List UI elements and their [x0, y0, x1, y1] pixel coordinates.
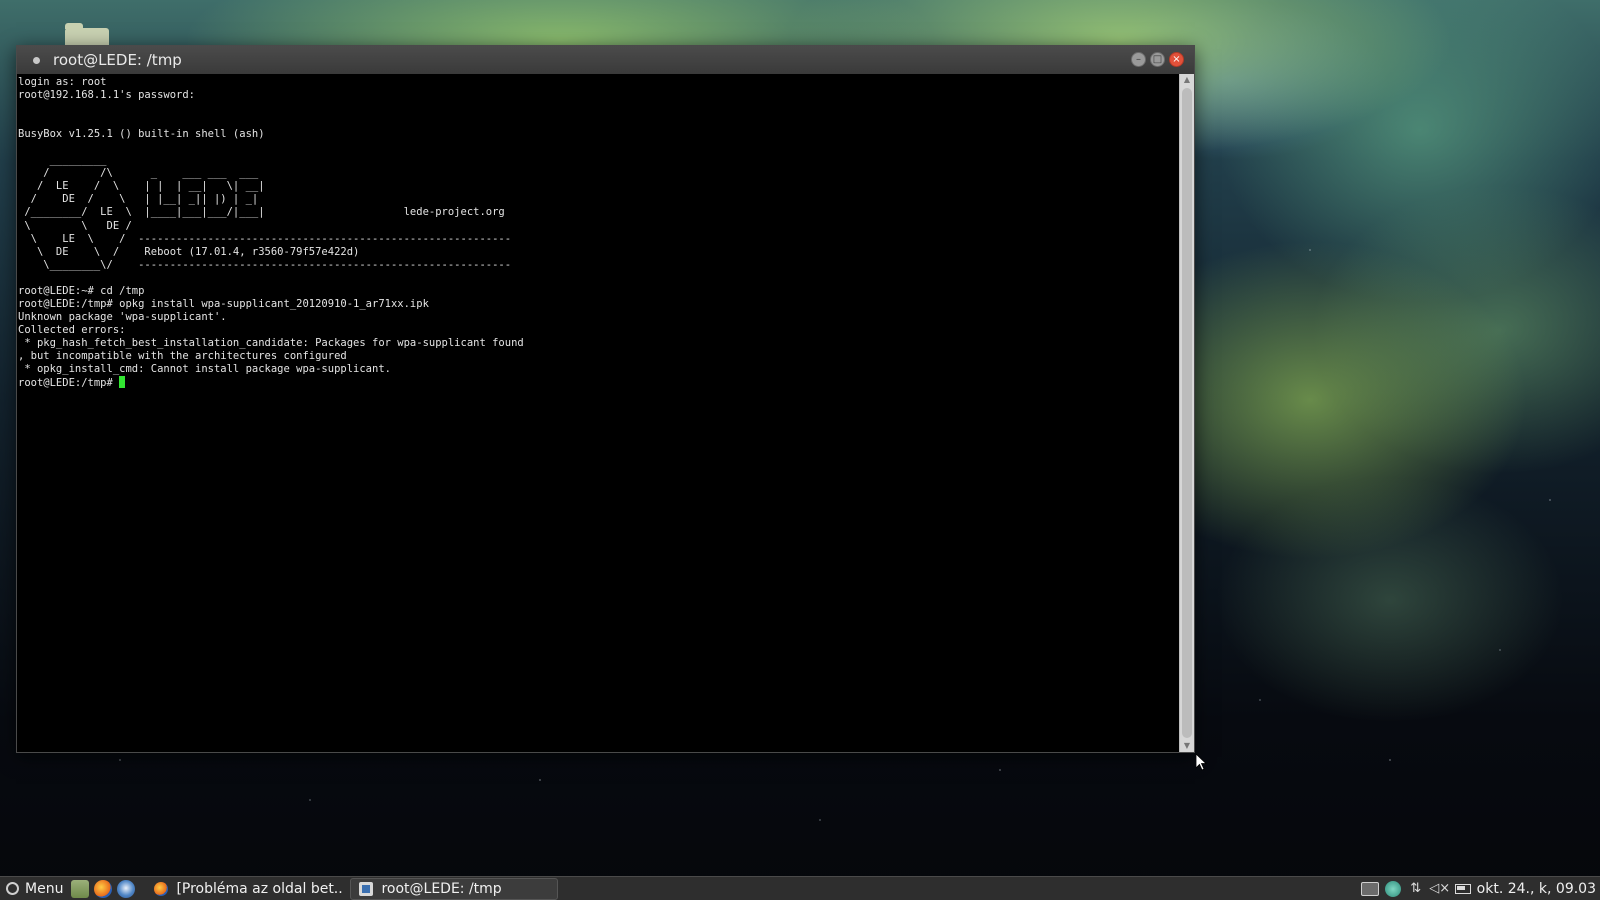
taskbar-item-label: [Probléma az oldal bet...	[176, 880, 345, 897]
maximize-button[interactable]: □	[1150, 52, 1165, 67]
menu-label: Menu	[25, 880, 64, 897]
clock[interactable]: okt. 24., k, 09.03	[1477, 881, 1596, 897]
close-button[interactable]: ×	[1169, 52, 1184, 67]
mouse-pointer-icon	[1196, 754, 1208, 771]
terminal-cursor	[119, 376, 126, 389]
window-titlebar[interactable]: root@LEDE: /tmp – □ ×	[17, 46, 1194, 74]
taskbar-item-terminal[interactable]: root@LEDE: /tmp	[350, 877, 559, 900]
terminal-prompt-line[interactable]: root@LEDE:/tmp#	[17, 376, 1180, 390]
terminal-content[interactable]: login as: root root@192.168.1.1's passwo…	[17, 74, 1180, 752]
taskbar: Menu [Probléma az oldal bet... root@LEDE…	[0, 876, 1600, 900]
terminal-prompt: root@LEDE:/tmp#	[18, 377, 120, 390]
menu-button[interactable]: Menu	[0, 877, 71, 900]
display-icon[interactable]	[1360, 881, 1379, 896]
volume-muted-icon[interactable]: ◁×	[1429, 881, 1450, 897]
update-manager-icon[interactable]	[1384, 880, 1401, 897]
system-tray: ⇅ ◁× okt. 24., k, 09.03	[1360, 880, 1600, 897]
taskbar-item-browser[interactable]: [Probléma az oldal bet...	[146, 878, 344, 900]
terminal-output: login as: root root@192.168.1.1's passwo…	[18, 76, 524, 376]
network-icon[interactable]: ⇅	[1407, 881, 1425, 897]
scroll-down-icon[interactable]: ▼	[1180, 740, 1194, 752]
scroll-up-icon[interactable]: ▲	[1180, 74, 1194, 86]
terminal-window[interactable]: root@LEDE: /tmp – □ × login as: root roo…	[16, 45, 1195, 753]
battery-icon[interactable]	[1454, 883, 1471, 894]
thunderbird-icon[interactable]	[117, 879, 136, 898]
window-menu-icon[interactable]	[33, 56, 40, 64]
firefox-icon	[154, 881, 169, 896]
terminal-icon	[359, 881, 374, 896]
files-icon[interactable]	[71, 879, 90, 898]
firefox-icon[interactable]	[94, 879, 113, 898]
mint-logo-icon	[6, 882, 19, 895]
desktop-folder-icon[interactable]	[65, 23, 109, 46]
terminal-scrollbar[interactable]: ▲ ▼	[1179, 74, 1194, 752]
minimize-button[interactable]: –	[1131, 52, 1146, 67]
window-title: root@LEDE: /tmp	[53, 51, 182, 69]
scrollbar-thumb[interactable]	[1182, 88, 1192, 738]
window-controls: – □ ×	[1131, 52, 1184, 67]
taskbar-item-label: root@LEDE: /tmp	[381, 880, 502, 897]
